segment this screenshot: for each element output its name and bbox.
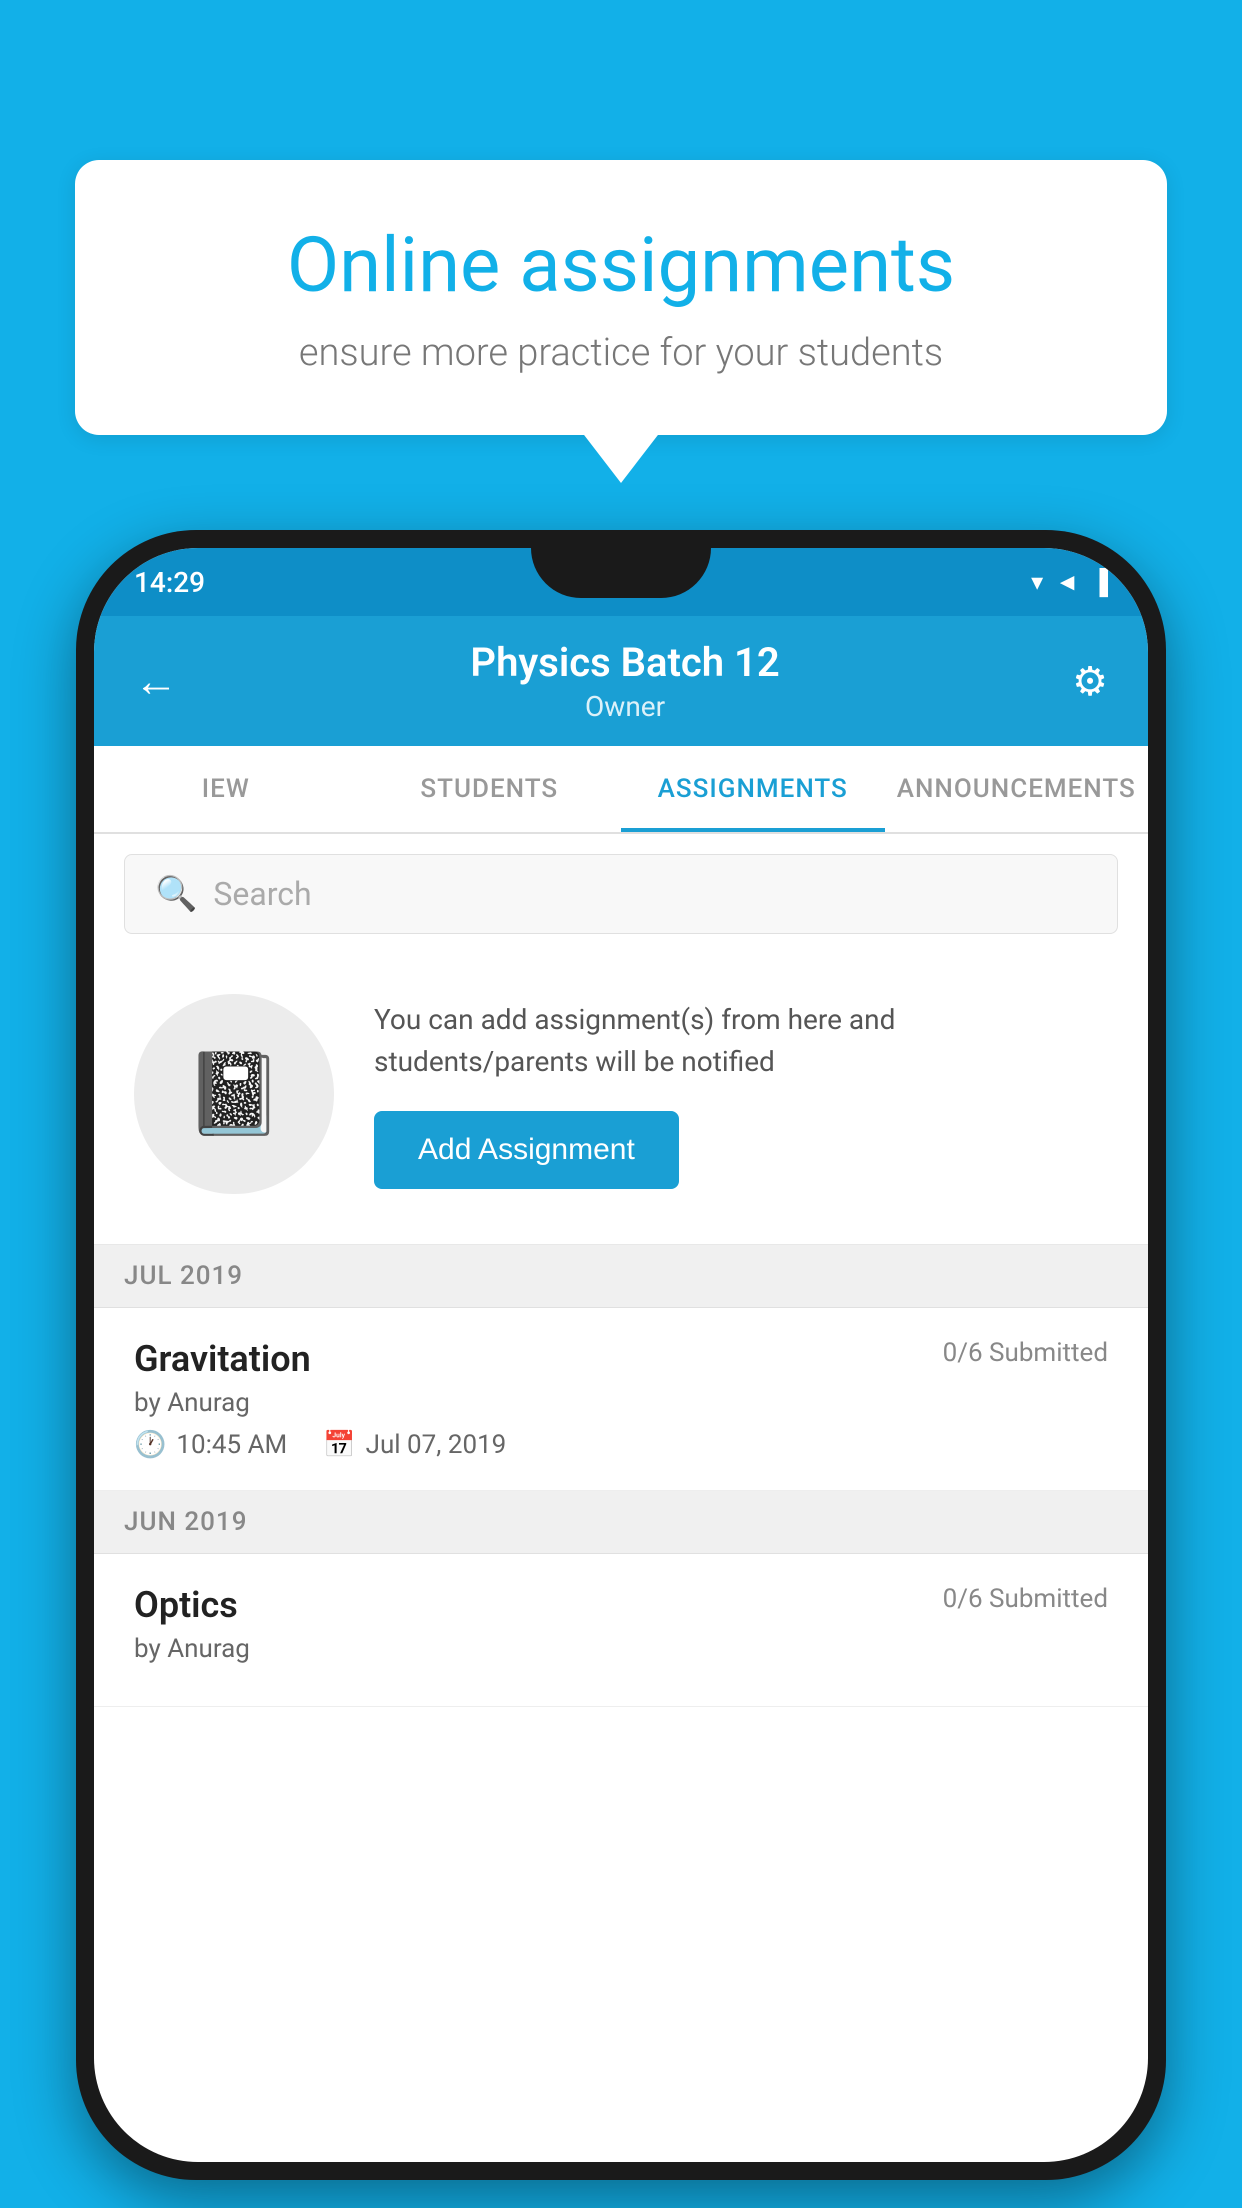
search-placeholder: Search xyxy=(213,875,311,913)
status-icons: ▾ ◄ ▐ xyxy=(1031,568,1108,597)
tab-iew[interactable]: IEW xyxy=(94,746,358,832)
assignment-title: Gravitation xyxy=(134,1338,311,1380)
bubble-subtitle: ensure more practice for your students xyxy=(145,331,1097,375)
tab-students[interactable]: STUDENTS xyxy=(358,746,622,832)
tabs-bar: IEW STUDENTS ASSIGNMENTS ANNOUNCEMENTS xyxy=(94,746,1148,834)
tab-assignments[interactable]: ASSIGNMENTS xyxy=(621,746,885,832)
status-time: 14:29 xyxy=(134,566,205,599)
section-header-jul: JUL 2019 xyxy=(94,1245,1148,1308)
assignment-title-optics: Optics xyxy=(134,1584,238,1626)
search-icon: 🔍 xyxy=(155,874,197,914)
assignment-author-optics: by Anurag xyxy=(134,1634,1108,1664)
speech-bubble-area: Online assignments ensure more practice … xyxy=(75,160,1167,435)
tab-announcements[interactable]: ANNOUNCEMENTS xyxy=(885,746,1149,832)
signal-icon: ◄ xyxy=(1055,568,1079,597)
app-bar: ← Physics Batch 12 Owner ⚙ xyxy=(94,616,1148,746)
assignment-date: Jul 07, 2019 xyxy=(366,1430,507,1460)
notebook-icon: 📓 xyxy=(184,1047,284,1141)
prompt-icon-circle: 📓 xyxy=(134,994,334,1194)
bubble-title: Online assignments xyxy=(145,220,1097,311)
assignment-submitted-optics: 0/6 Submitted xyxy=(943,1584,1108,1614)
content-area: 🔍 Search 📓 You can add assignment(s) fro… xyxy=(94,834,1148,1707)
app-bar-title: Physics Batch 12 xyxy=(470,639,779,686)
prompt-text: You can add assignment(s) from here and … xyxy=(374,999,1108,1083)
prompt-card: 📓 You can add assignment(s) from here an… xyxy=(94,954,1148,1245)
assignment-header: Gravitation 0/6 Submitted xyxy=(134,1338,1108,1380)
add-assignment-button[interactable]: Add Assignment xyxy=(374,1111,679,1189)
phone-screen: 14:29 ▾ ◄ ▐ ← Physics Batch 12 Owner ⚙ I… xyxy=(94,548,1148,2162)
assignment-header-optics: Optics 0/6 Submitted xyxy=(134,1584,1108,1626)
assignment-submitted: 0/6 Submitted xyxy=(943,1338,1108,1368)
settings-button[interactable]: ⚙ xyxy=(1072,658,1108,705)
wifi-icon: ▾ xyxy=(1031,568,1043,596)
app-bar-subtitle: Owner xyxy=(470,690,779,723)
search-container: 🔍 Search xyxy=(94,834,1148,954)
clock-icon: 🕐 xyxy=(134,1430,166,1460)
assignment-item-optics[interactable]: Optics 0/6 Submitted by Anurag xyxy=(94,1554,1148,1707)
assignment-time: 10:45 AM xyxy=(176,1430,287,1460)
status-bar: 14:29 ▾ ◄ ▐ xyxy=(94,548,1148,616)
prompt-content: You can add assignment(s) from here and … xyxy=(374,999,1108,1189)
assignment-author: by Anurag xyxy=(134,1388,1108,1418)
calendar-icon: 📅 xyxy=(323,1430,355,1460)
assignment-meta: 🕐 10:45 AM 📅 Jul 07, 2019 xyxy=(134,1430,1108,1460)
phone-frame: 14:29 ▾ ◄ ▐ ← Physics Batch 12 Owner ⚙ I… xyxy=(76,530,1166,2180)
back-button[interactable]: ← xyxy=(134,655,178,707)
search-bar[interactable]: 🔍 Search xyxy=(124,854,1118,934)
battery-icon: ▐ xyxy=(1091,568,1108,597)
section-header-jun: JUN 2019 xyxy=(94,1491,1148,1554)
meta-date: 📅 Jul 07, 2019 xyxy=(323,1430,506,1460)
meta-time: 🕐 10:45 AM xyxy=(134,1430,287,1460)
phone-notch xyxy=(531,548,711,598)
speech-bubble: Online assignments ensure more practice … xyxy=(75,160,1167,435)
assignment-item-gravitation[interactable]: Gravitation 0/6 Submitted by Anurag 🕐 10… xyxy=(94,1308,1148,1491)
app-bar-title-area: Physics Batch 12 Owner xyxy=(470,639,779,723)
